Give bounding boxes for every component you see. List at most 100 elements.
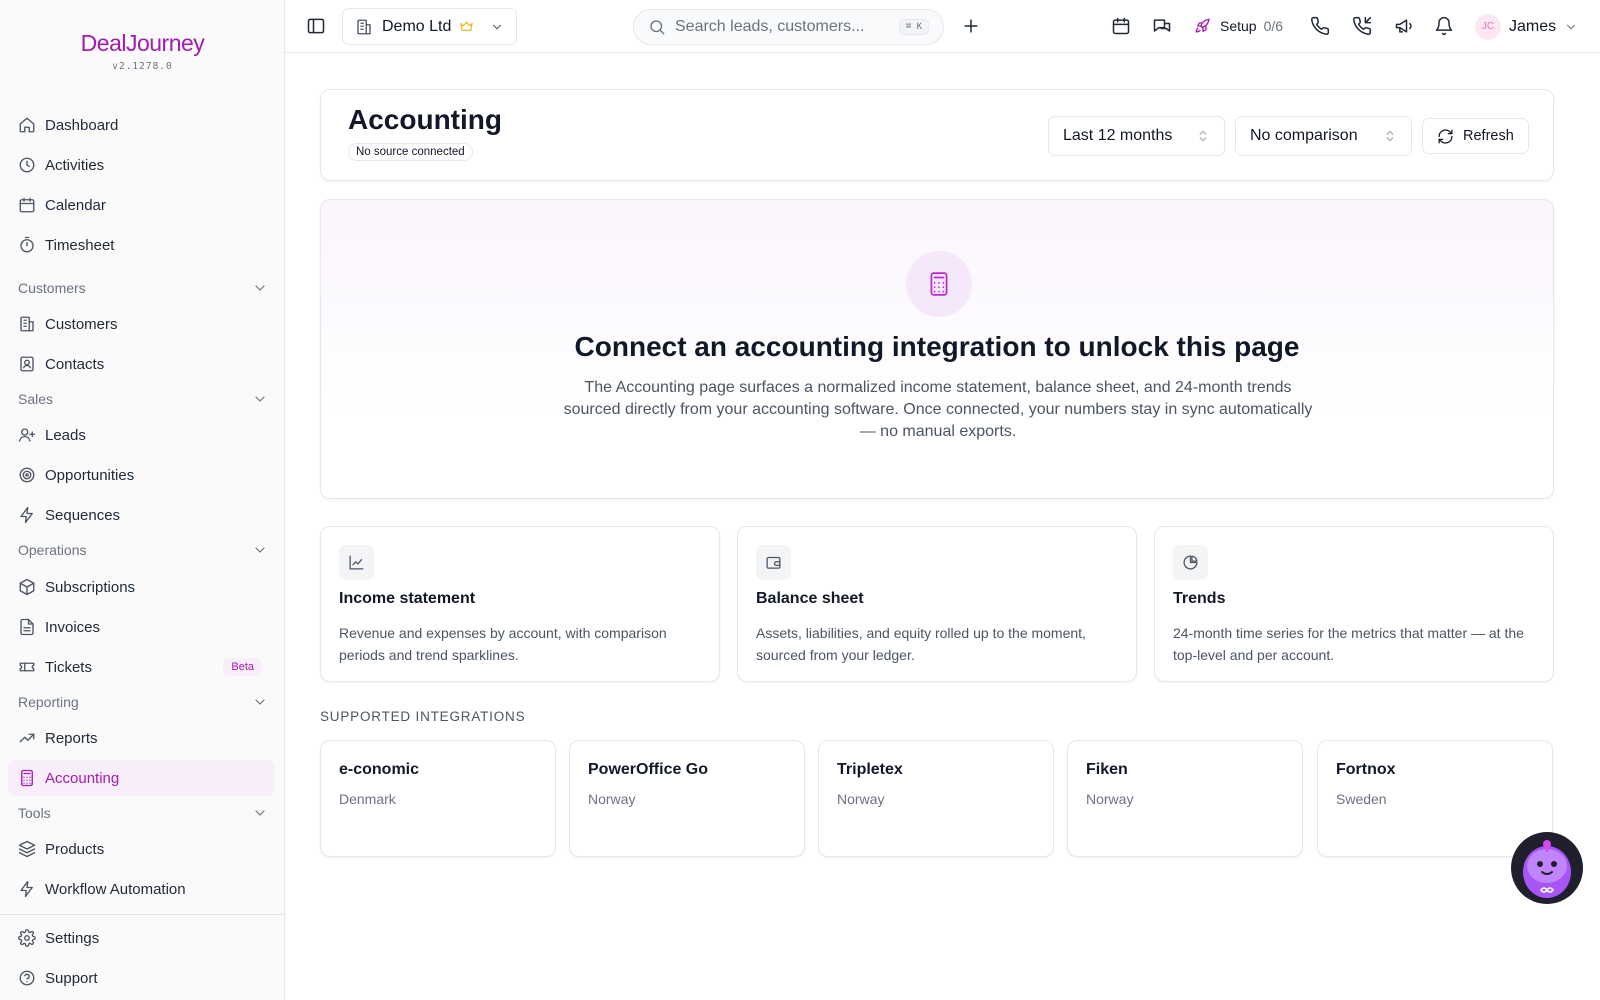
calendar-button[interactable] bbox=[1110, 15, 1132, 37]
sidebar-item-calendar[interactable]: Calendar bbox=[8, 187, 274, 223]
user-plus-icon bbox=[18, 428, 36, 442]
sidebar-item-subscriptions[interactable]: Subscriptions bbox=[8, 569, 274, 605]
phone-incoming-icon bbox=[1353, 16, 1372, 35]
sidebar-item-dashboard[interactable]: Dashboard bbox=[8, 107, 274, 143]
add-button[interactable] bbox=[960, 15, 982, 37]
feature-description: 24-month time series for the metrics tha… bbox=[1173, 625, 1524, 663]
wallet-icon bbox=[766, 556, 781, 569]
sidebar-item-label: Accounting bbox=[45, 769, 120, 787]
section-sales[interactable]: Sales bbox=[18, 387, 268, 411]
integration-card-fiken[interactable]: Fiken Norway bbox=[1067, 740, 1303, 857]
integration-card-poweroffice-go[interactable]: PowerOffice Go Norway bbox=[569, 740, 805, 857]
chevron-down-icon bbox=[255, 547, 265, 553]
search-placeholder: Search leads, customers... bbox=[675, 18, 865, 35]
chevrons-up-down-icon bbox=[1199, 130, 1207, 142]
connect-heading: Connect an accounting integration to unl… bbox=[574, 331, 1300, 362]
sidebar: DealJourney v2.1278.0 Dashboard Activiti… bbox=[0, 0, 285, 1000]
rocket-icon bbox=[1195, 18, 1210, 33]
section-tools[interactable]: Tools bbox=[18, 801, 268, 825]
period-select[interactable]: Last 12 months bbox=[1048, 116, 1225, 156]
sidebar-item-accounting[interactable]: Accounting bbox=[8, 760, 274, 796]
sidebar-item-reports[interactable]: Reports bbox=[8, 720, 274, 756]
notifications-button[interactable] bbox=[1433, 15, 1455, 37]
integration-card-fortnox[interactable]: Fortnox Sweden bbox=[1317, 740, 1553, 857]
gear-icon bbox=[18, 929, 36, 947]
page-header: Accounting No source connected Last 12 m… bbox=[320, 89, 1554, 181]
calculator-badge bbox=[906, 251, 972, 317]
sidebar-item-label: Support bbox=[45, 969, 98, 987]
brand-logo[interactable]: DealJourney v2.1278.0 bbox=[0, 30, 285, 72]
feature-icon bbox=[1173, 545, 1208, 580]
feature-title: Trends bbox=[1173, 590, 1226, 607]
feature-card-trends: Trends 24-month time series for the metr… bbox=[1154, 526, 1554, 682]
calculator-icon bbox=[21, 769, 33, 787]
line-chart-icon bbox=[349, 555, 364, 570]
sidebar-item-sequences[interactable]: Sequences bbox=[8, 497, 274, 533]
connect-description: The Accounting page surfaces a normalize… bbox=[563, 379, 1313, 440]
sidebar-item-opportunities[interactable]: Opportunities bbox=[8, 457, 274, 493]
calendar-icon bbox=[1112, 17, 1130, 35]
sidebar-item-products[interactable]: Products bbox=[8, 831, 274, 867]
phone-button[interactable] bbox=[1309, 15, 1331, 37]
assistant-mascot-button[interactable] bbox=[1511, 832, 1583, 904]
integration-name: Fortnox bbox=[1336, 761, 1396, 778]
contact-icon bbox=[20, 356, 34, 372]
megaphone-icon bbox=[1395, 19, 1412, 33]
sidebar-toggle-button[interactable] bbox=[305, 15, 327, 37]
integration-card-e-conomic[interactable]: e-conomic Denmark bbox=[320, 740, 556, 857]
chevron-down-icon bbox=[255, 810, 265, 816]
sidebar-item-timesheet[interactable]: Timesheet bbox=[8, 227, 274, 263]
refresh-label: Refresh bbox=[1463, 128, 1514, 144]
integration-name: e-conomic bbox=[339, 761, 420, 778]
package-icon bbox=[19, 578, 35, 596]
feature-description: Revenue and expenses by account, with co… bbox=[339, 625, 667, 663]
section-label: Operations bbox=[18, 542, 87, 558]
sidebar-item-label: Tickets bbox=[45, 658, 92, 676]
refresh-button[interactable]: Refresh bbox=[1422, 118, 1529, 154]
chevron-down-icon bbox=[255, 285, 265, 291]
setup-progress-button[interactable]: Setup 0/6 bbox=[1194, 16, 1283, 36]
search-input[interactable]: Search leads, customers... ⌘ K bbox=[633, 9, 944, 45]
topbar: Demo Ltd Search leads, customers... ⌘ K … bbox=[285, 0, 1600, 53]
sidebar-item-leads[interactable]: Leads bbox=[8, 417, 274, 453]
sidebar-item-support[interactable]: Support bbox=[8, 960, 274, 996]
sidebar-item-label: Customers bbox=[45, 315, 118, 333]
integration-card-tripletex[interactable]: Tripletex Norway bbox=[818, 740, 1054, 857]
sidebar-item-label: Sequences bbox=[45, 506, 121, 524]
user-menu[interactable]: JC James bbox=[1475, 12, 1578, 41]
sidebar-item-activities[interactable]: Activities bbox=[8, 147, 274, 183]
section-label: Reporting bbox=[18, 694, 79, 710]
org-name: Demo Ltd bbox=[382, 17, 452, 35]
feature-title: Income statement bbox=[339, 590, 476, 607]
panel-left-icon bbox=[307, 18, 325, 34]
chevron-down-icon bbox=[255, 396, 265, 402]
section-customers[interactable]: Customers bbox=[18, 276, 268, 300]
sidebar-item-label: Calendar bbox=[45, 196, 106, 214]
comparison-select[interactable]: No comparison bbox=[1235, 116, 1412, 156]
sidebar-item-label: Products bbox=[45, 840, 105, 858]
sidebar-item-label: Reports bbox=[45, 729, 98, 747]
chevron-down-icon bbox=[255, 699, 265, 705]
sidebar-item-label: Dashboard bbox=[45, 116, 119, 134]
section-reporting[interactable]: Reporting bbox=[18, 690, 268, 714]
messages-button[interactable] bbox=[1151, 15, 1173, 37]
integrations-heading: SUPPORTED INTEGRATIONS bbox=[320, 709, 526, 724]
home-icon bbox=[19, 117, 35, 133]
sidebar-item-customers[interactable]: Customers bbox=[8, 306, 274, 342]
sidebar-item-settings[interactable]: Settings bbox=[8, 920, 274, 956]
org-switcher[interactable]: Demo Ltd bbox=[342, 8, 517, 45]
sidebar-item-workflow-automation[interactable]: Workflow Automation bbox=[8, 871, 274, 907]
sidebar-item-tickets[interactable]: Tickets Beta bbox=[8, 649, 274, 685]
building-icon bbox=[20, 316, 34, 332]
section-operations[interactable]: Operations bbox=[18, 538, 268, 562]
integration-country: Norway bbox=[1086, 791, 1134, 807]
sidebar-item-invoices[interactable]: Invoices bbox=[8, 609, 274, 645]
calculator-icon bbox=[930, 272, 948, 296]
help-circle-icon bbox=[19, 970, 35, 986]
incoming-call-button[interactable] bbox=[1351, 15, 1373, 37]
app-version: v2.1278.0 bbox=[112, 61, 173, 72]
announcements-button[interactable] bbox=[1393, 15, 1415, 37]
sidebar-item-contacts[interactable]: Contacts bbox=[8, 346, 274, 382]
zap-icon bbox=[20, 880, 33, 898]
sidebar-item-label: Workflow Automation bbox=[45, 880, 186, 898]
